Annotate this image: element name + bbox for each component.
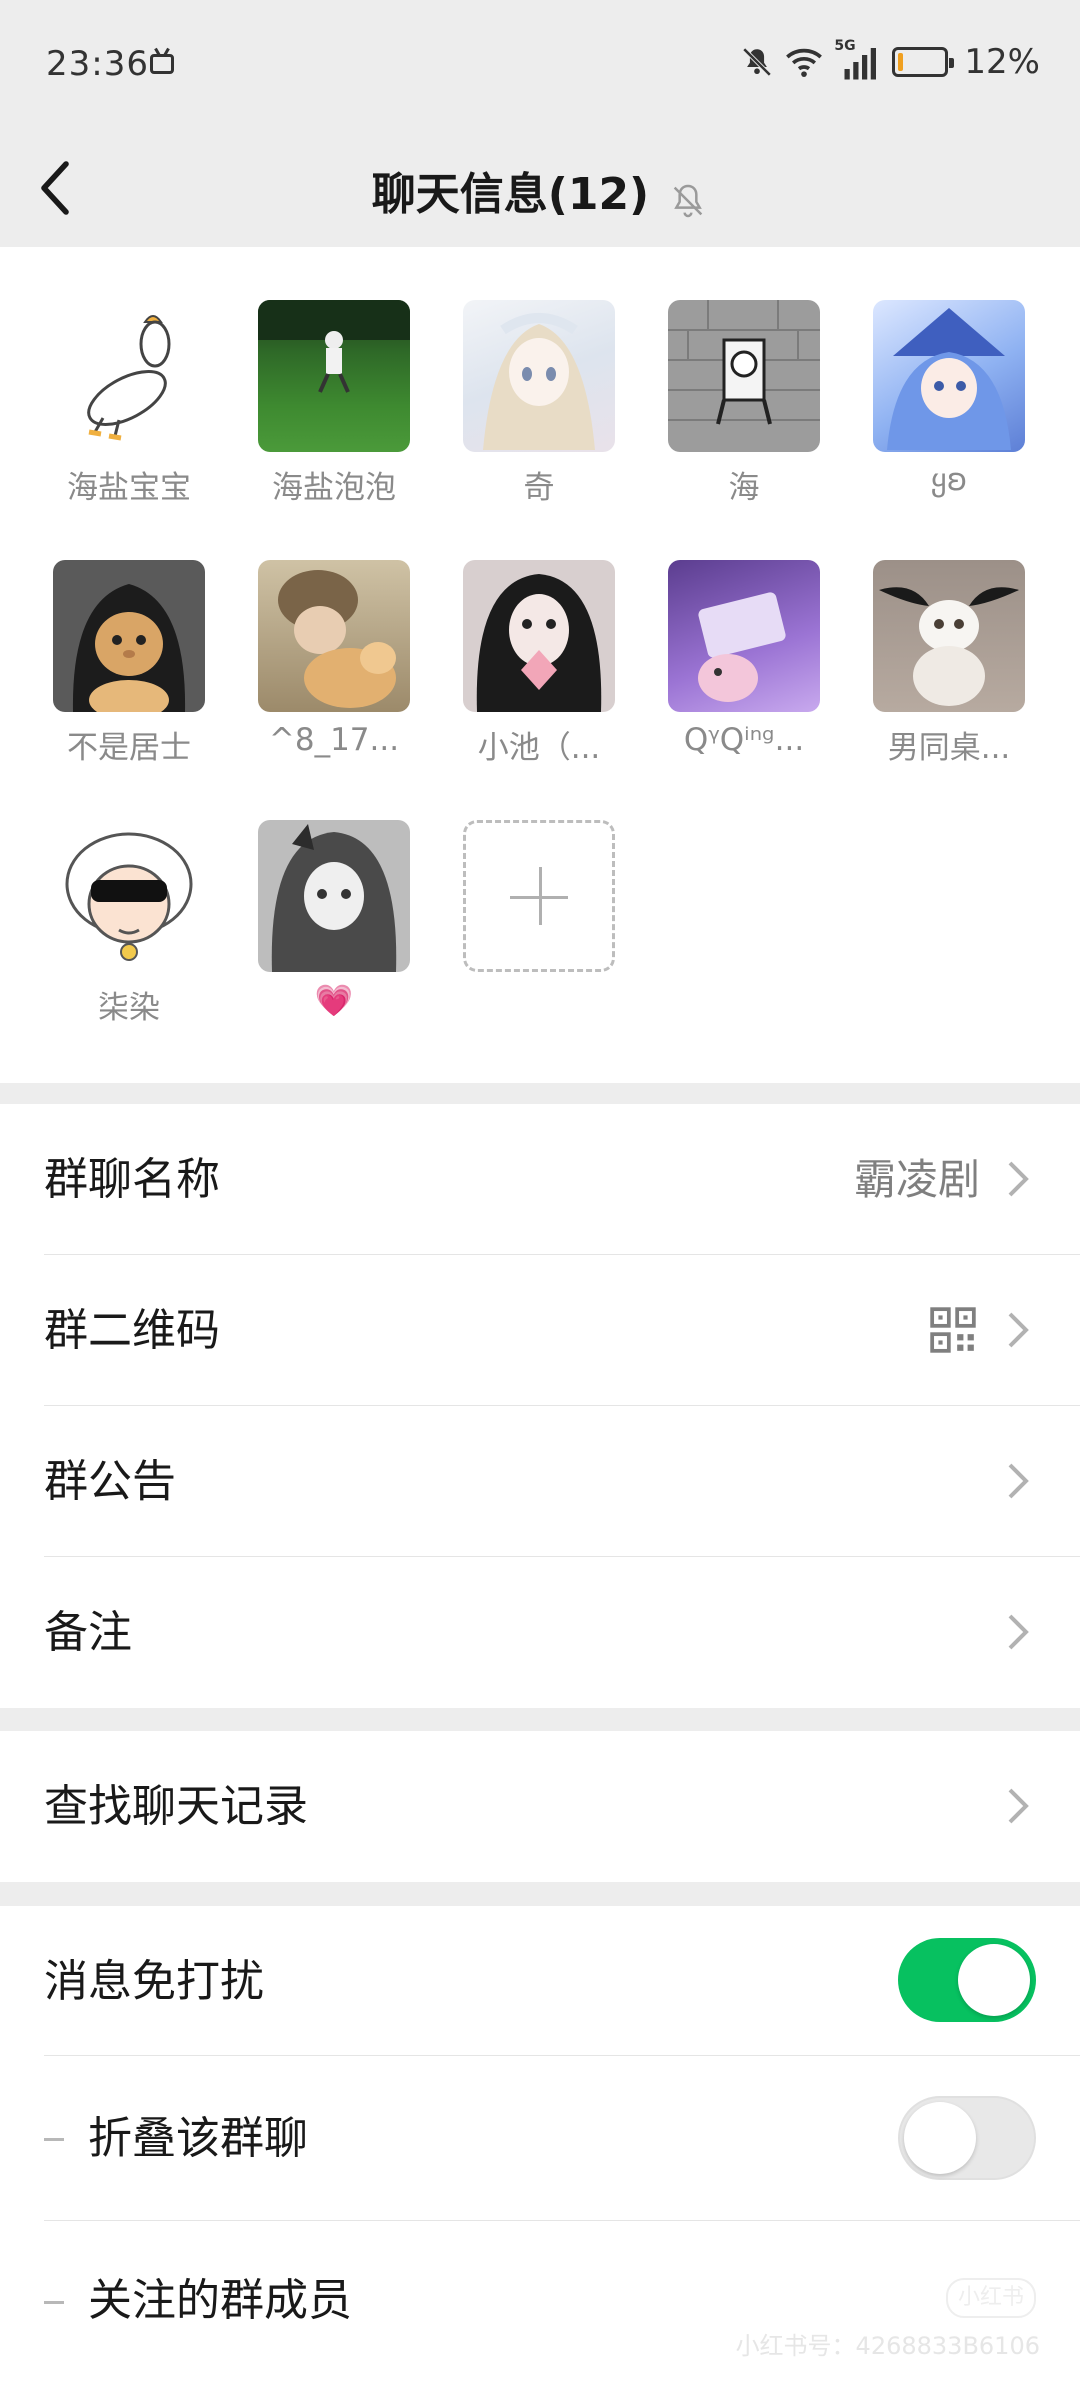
group-name-row[interactable]: 群聊名称 霸凌剧 bbox=[0, 1104, 1080, 1255]
toggle-knob bbox=[958, 1944, 1030, 2016]
battery-level bbox=[898, 53, 904, 71]
add-member-button[interactable] bbox=[463, 820, 615, 972]
member-name: ყʚ bbox=[930, 462, 968, 498]
status-time: 23:36 bbox=[46, 44, 149, 84]
battery-percent: 12% bbox=[964, 42, 1040, 82]
avatar[interactable] bbox=[873, 560, 1025, 712]
group-name-value: 霸凌剧 bbox=[853, 1155, 980, 1204]
member-name: ^8_17... bbox=[268, 722, 400, 758]
avatar[interactable] bbox=[258, 300, 410, 452]
avatar[interactable] bbox=[463, 560, 615, 712]
member-item[interactable]: 小池（... bbox=[463, 560, 615, 767]
member-name: 男同桌... bbox=[887, 730, 1011, 766]
row-label: 消息免打扰 bbox=[44, 1956, 264, 2007]
member-item[interactable]: 奇 bbox=[463, 300, 615, 507]
row-label: 群聊名称 bbox=[44, 1154, 220, 1205]
status-icons: 5G 12% bbox=[740, 38, 1040, 82]
member-item[interactable]: 不是居士 bbox=[53, 560, 205, 767]
status-bar: 23:36 5G 12% bbox=[0, 0, 1080, 130]
member-name: 海盐泡泡 bbox=[272, 470, 396, 506]
page-title: 聊天信息(12) bbox=[371, 169, 650, 220]
do-not-disturb-row: 消息免打扰 bbox=[0, 1906, 1080, 2056]
member-item[interactable]: 海盐泡泡 bbox=[258, 300, 410, 507]
avatar[interactable] bbox=[53, 820, 205, 972]
bell-muted-icon bbox=[743, 47, 772, 77]
nav-bar: 聊天信息(12) bbox=[0, 130, 1080, 247]
chevron-right-icon bbox=[1008, 1161, 1029, 1197]
member-name: 小池（... bbox=[477, 730, 601, 766]
sub-item-dash bbox=[44, 2301, 64, 2304]
do-not-disturb-toggle[interactable] bbox=[898, 1938, 1036, 2022]
group-qr-row[interactable]: 群二维码 bbox=[0, 1255, 1080, 1406]
fold-chat-toggle[interactable] bbox=[898, 2096, 1036, 2180]
row-label: 查找聊天记录 bbox=[44, 1781, 308, 1832]
member-name: 💗 bbox=[314, 983, 354, 1019]
chevron-right-icon bbox=[1008, 1312, 1029, 1348]
member-item[interactable]: 💗 bbox=[258, 820, 410, 1019]
chevron-right-icon bbox=[1008, 1463, 1029, 1499]
member-name: 不是居士 bbox=[67, 730, 191, 766]
avatar[interactable] bbox=[258, 820, 410, 972]
watermark-badge: 小红书 bbox=[946, 2278, 1036, 2318]
member-item[interactable]: ყʚ bbox=[873, 300, 1025, 498]
bell-muted-icon bbox=[674, 184, 703, 217]
avatar[interactable] bbox=[873, 300, 1025, 452]
tv-icon bbox=[150, 54, 174, 74]
avatar[interactable] bbox=[258, 560, 410, 712]
avatar[interactable] bbox=[668, 300, 820, 452]
chevron-right-icon bbox=[1008, 1614, 1029, 1650]
member-name: 奇 bbox=[523, 470, 555, 506]
avatar[interactable] bbox=[463, 300, 615, 452]
member-item[interactable]: 海盐宝宝 bbox=[53, 300, 205, 507]
search-history-row[interactable]: 查找聊天记录 bbox=[0, 1731, 1080, 1882]
avatar[interactable] bbox=[53, 560, 205, 712]
toggle-knob bbox=[904, 2102, 976, 2174]
remark-row[interactable]: 备注 bbox=[0, 1557, 1080, 1708]
members-grid: 海盐宝宝 海盐泡泡 奇 海 ყʚ 不是居士 ^8_17... 小池（... Qᵞ… bbox=[0, 247, 1080, 1083]
settings-section-group-info: 群聊名称 霸凌剧 群二维码 群公告 备注 bbox=[0, 1104, 1080, 1708]
member-item[interactable]: 海 bbox=[668, 300, 820, 507]
member-item[interactable]: QᵞQⁱⁿᵍ... bbox=[668, 560, 820, 758]
settings-section-search: 查找聊天记录 bbox=[0, 1731, 1080, 1882]
member-name: 柒染 bbox=[98, 990, 160, 1026]
member-name: QᵞQⁱⁿᵍ... bbox=[683, 722, 805, 758]
row-label: 群二维码 bbox=[44, 1305, 220, 1356]
sub-item-dash bbox=[44, 2138, 64, 2141]
row-label: 群公告 bbox=[44, 1456, 176, 1507]
announcement-row[interactable]: 群公告 bbox=[0, 1406, 1080, 1557]
fold-chat-row: 折叠该群聊 bbox=[0, 2056, 1080, 2221]
row-label: 关注的群成员 bbox=[88, 2275, 352, 2326]
qr-code-icon bbox=[930, 1307, 976, 1353]
add-member-item[interactable] bbox=[463, 820, 615, 972]
wifi-icon bbox=[786, 48, 823, 77]
member-item[interactable]: 柒染 bbox=[53, 820, 205, 1027]
watermark-text: 小红书号：4268833B6106 bbox=[735, 2332, 1040, 2360]
member-item[interactable]: ^8_17... bbox=[258, 560, 410, 758]
avatar[interactable] bbox=[668, 560, 820, 712]
chevron-right-icon bbox=[1008, 1788, 1029, 1824]
battery-icon bbox=[892, 47, 955, 77]
member-name: 海 bbox=[728, 470, 760, 506]
settings-section-notifications: 消息免打扰 折叠该群聊 关注的群成员 bbox=[0, 1906, 1080, 2387]
member-item[interactable]: 男同桌... bbox=[873, 560, 1025, 767]
avatar[interactable] bbox=[53, 300, 205, 452]
cellular-signal-icon: 5G bbox=[834, 38, 877, 80]
member-name: 海盐宝宝 bbox=[67, 470, 191, 506]
row-label: 折叠该群聊 bbox=[88, 2113, 308, 2164]
row-label: 备注 bbox=[44, 1607, 132, 1658]
